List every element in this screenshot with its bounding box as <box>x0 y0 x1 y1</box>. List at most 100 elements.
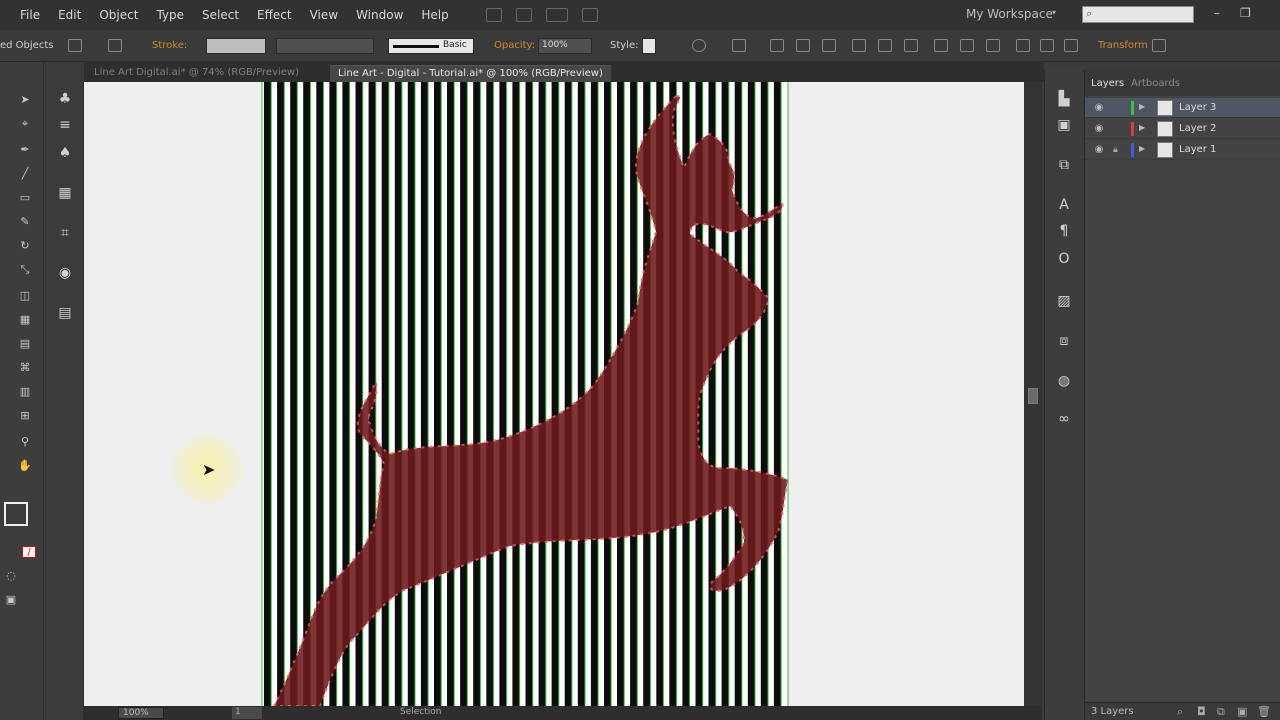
paragraph-icon[interactable]: ¶ <box>1055 222 1073 240</box>
fill-swatch-icon[interactable] <box>68 39 82 52</box>
bridge-icon[interactable] <box>485 8 502 22</box>
align-bottom-icon[interactable] <box>904 39 918 52</box>
transform-label[interactable]: Transform <box>1098 40 1148 51</box>
distribute-left-icon[interactable] <box>1016 39 1030 52</box>
variable-width-field[interactable] <box>276 38 374 54</box>
distribute-top-icon[interactable] <box>934 39 948 52</box>
align-to-icon[interactable] <box>732 39 746 52</box>
opentype-icon[interactable]: O <box>1055 250 1073 268</box>
shape-builder-tool-icon[interactable]: ◫ <box>18 290 32 302</box>
distribute-right-icon[interactable] <box>1064 39 1078 52</box>
menu-select[interactable]: Select <box>193 8 248 22</box>
layer-row-2[interactable]: ◉ ▶ Layer 2 <box>1085 119 1280 139</box>
stroke-weight-field[interactable] <box>206 38 266 54</box>
transform-options-icon[interactable] <box>1152 39 1166 52</box>
eyedropper-tool-icon[interactable]: ⚲ <box>18 436 32 448</box>
tab-document-2[interactable]: Line Art - Digital - Tutorial.ai* @ 100%… <box>330 65 611 82</box>
screen-mode-icon[interactable]: ▣ <box>4 594 18 606</box>
transform-panel-icon[interactable]: ⌗ <box>56 224 74 242</box>
appearance-icon[interactable]: ◉ <box>56 264 74 282</box>
symbols-icon[interactable]: ♠ <box>56 144 74 162</box>
eye-icon[interactable]: ◉ <box>1093 123 1105 135</box>
zoom-field[interactable]: 100% <box>118 707 164 719</box>
menu-help[interactable]: Help <box>412 8 457 22</box>
distribute-bottom-icon[interactable] <box>986 39 1000 52</box>
distribute-middle-icon[interactable] <box>960 39 974 52</box>
vertical-scrollbar[interactable] <box>1024 82 1042 706</box>
opacity-label[interactable]: Opacity: <box>494 40 535 51</box>
graphic-styles-icon[interactable]: ▦ <box>56 184 74 202</box>
align-middle-icon[interactable] <box>878 39 892 52</box>
arrange-documents-icon[interactable] <box>545 8 568 22</box>
layer-name[interactable]: Layer 2 <box>1179 123 1216 134</box>
fill-stroke-icon[interactable] <box>4 502 28 526</box>
menu-effect[interactable]: Effect <box>248 8 301 22</box>
artwork[interactable] <box>84 82 1024 706</box>
layer-name[interactable]: Layer 1 <box>1179 144 1216 155</box>
triangle-right-icon[interactable]: ▶ <box>1139 102 1145 111</box>
links-icon[interactable]: ∞ <box>1055 410 1073 428</box>
align-right-icon[interactable] <box>822 39 836 52</box>
scale-tool-icon[interactable]: ⤡ <box>18 264 32 276</box>
menu-window[interactable]: Window <box>347 8 412 22</box>
stroke-panel-icon[interactable]: ≡ <box>56 116 74 134</box>
image-trace-icon[interactable]: ▨ <box>1055 292 1073 310</box>
new-sublayer-icon[interactable]: ⧉ <box>1217 705 1225 719</box>
navigator-icon[interactable]: ◍ <box>1055 372 1073 390</box>
minimize-button[interactable]: – <box>1214 6 1220 20</box>
layer-row-1[interactable]: ◉ 🔒︎ ▶ Layer 1 <box>1085 140 1280 160</box>
stroke-label[interactable]: Stroke: <box>152 40 187 51</box>
mesh-tool-icon[interactable]: ▦ <box>18 314 32 326</box>
triangle-right-icon[interactable]: ▶ <box>1139 144 1145 153</box>
canvas[interactable]: ➤ <box>84 82 1024 706</box>
line-tool-icon[interactable]: ╱ <box>18 168 32 180</box>
color-guide-icon[interactable]: ▣ <box>1055 116 1073 134</box>
stock-icon[interactable] <box>515 8 532 22</box>
align-top-icon[interactable] <box>852 39 866 52</box>
brushes-icon[interactable]: ♣ <box>56 90 74 108</box>
scrollbar-thumb[interactable] <box>1028 388 1038 404</box>
menu-view[interactable]: View <box>301 8 347 22</box>
pencil-tool-icon[interactable]: ✎ <box>18 216 32 228</box>
menu-object[interactable]: Object <box>90 8 147 22</box>
direct-selection-tool-icon[interactable]: ⌖ <box>18 118 32 130</box>
artboards-panel-icon[interactable]: ▙ <box>1055 90 1073 108</box>
triangle-right-icon[interactable]: ▶ <box>1139 123 1145 132</box>
search-input[interactable]: ⌕ <box>1082 6 1194 23</box>
layer-row-3[interactable]: ◉ ▶ Layer 3 <box>1085 98 1280 118</box>
pathfinder-icon[interactable]: ⧈ <box>1055 332 1073 350</box>
stroke-swatch-icon[interactable] <box>108 39 122 52</box>
workspace-switcher[interactable]: My Workspace <box>966 7 1053 21</box>
layer-name[interactable]: Layer 3 <box>1179 102 1216 113</box>
distribute-center-icon[interactable] <box>1040 39 1054 52</box>
artboard-tool-icon[interactable]: ⊞ <box>18 410 32 422</box>
lock-icon[interactable]: 🔒︎ <box>1113 144 1125 156</box>
restore-button[interactable]: ❐ <box>1240 6 1251 20</box>
tab-document-1[interactable]: Line Art Digital.ai* @ 74% (RGB/Preview) <box>86 65 307 82</box>
menu-edit[interactable]: Edit <box>49 8 90 22</box>
rectangle-tool-icon[interactable]: ▭ <box>18 192 32 204</box>
align-left-icon[interactable] <box>770 39 784 52</box>
style-swatch[interactable] <box>642 38 656 54</box>
draw-mode-icon[interactable]: ◌ <box>4 570 18 582</box>
swatches-icon[interactable]: ⧉ <box>1055 156 1073 174</box>
recolor-icon[interactable] <box>692 39 706 52</box>
zoom-tool-icon[interactable]: ⌕ <box>18 462 32 474</box>
pen-tool-icon[interactable]: ✒ <box>18 144 32 156</box>
menu-file[interactable]: File <box>0 8 49 22</box>
character-icon[interactable]: A <box>1055 196 1073 214</box>
tab-layers[interactable]: Layers <box>1091 78 1124 89</box>
gradient-tool-icon[interactable]: ▤ <box>18 338 32 350</box>
locate-object-icon[interactable]: ⌕ <box>1177 705 1183 719</box>
eye-icon[interactable]: ◉ <box>1093 102 1105 114</box>
blend-tool-icon[interactable]: ⌘ <box>18 362 32 374</box>
new-layer-icon[interactable]: ▣ <box>1237 705 1247 718</box>
rotate-tool-icon[interactable]: ↻ <box>18 240 32 252</box>
gpu-icon[interactable] <box>581 8 598 22</box>
tab-artboards[interactable]: Artboards <box>1131 78 1180 89</box>
make-clipping-mask-icon[interactable]: ◘ <box>1197 705 1206 718</box>
delete-layer-icon[interactable]: 🗑︎ <box>1257 705 1271 718</box>
brush-definition-field[interactable]: Basic <box>388 38 474 54</box>
opacity-field[interactable]: 100% <box>538 38 592 54</box>
menu-type[interactable]: Type <box>147 8 193 22</box>
